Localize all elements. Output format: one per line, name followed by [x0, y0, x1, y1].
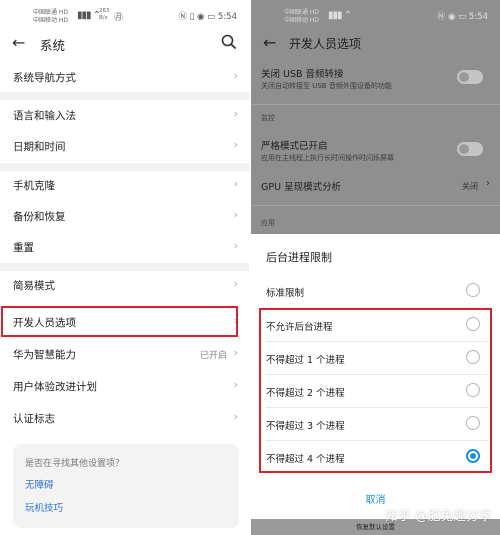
carrier-top: 中国联通 HD [284, 9, 320, 16]
usb-audio-setting[interactable]: 关闭 USB 音频转接 关闭自动转接至 USB 音频外围设备的功能 [251, 62, 500, 98]
chevron-right-icon: › [233, 69, 238, 82]
settings-item-label: 用户体验改进计划 [13, 381, 97, 393]
strict-mode-toggle[interactable] [457, 142, 483, 156]
section-header-apps: 应用 [261, 219, 275, 227]
vibrate-icon: ▯ [189, 12, 195, 22]
divider [251, 205, 500, 206]
gpu-profiling-setting[interactable]: GPU 呈现模式分析 关闭 › [251, 175, 500, 197]
developer-highlight-box [1, 306, 238, 337]
settings-item-simple-mode[interactable]: 简易模式 › [0, 272, 249, 298]
status-bar: 中国联通 HD 中国移动 HD ▮▮▮ ⌃ Ⓝ ◉ ▭ 5:54 [251, 7, 500, 27]
signal-icon: ▮▮▮ ⌃ [77, 10, 101, 21]
setting-title: GPU 呈现模式分析 [261, 182, 342, 193]
settings-item-label: 简易模式 [13, 280, 55, 292]
dialog-title: 后台进程限制 [266, 251, 332, 264]
settings-item-cert[interactable]: 认证标志 › [0, 405, 249, 431]
settings-item-reset[interactable]: 重置 › [0, 234, 249, 260]
clock: 5:54 [217, 12, 237, 22]
chevron-right-icon: › [233, 378, 238, 391]
search-icon[interactable] [221, 34, 237, 50]
clock: 5:54 [468, 12, 488, 22]
system-settings-screen: 中国联通 HD 中国移动 HD ▮▮▮ ⌃ 263 B/s ㊊ Ⓝ ▯ ◉ ▭ … [0, 0, 249, 535]
settings-item-value: 已开启 [199, 351, 227, 361]
section-divider [0, 163, 249, 171]
settings-item-label: 认证标志 [13, 413, 55, 425]
setting-subtitle: 关闭自动转接至 USB 音频外围设备的功能 [261, 82, 392, 90]
nfc-icon: Ⓝ [178, 12, 187, 22]
back-arrow-icon[interactable]: ← [12, 33, 25, 52]
tips-link[interactable]: 玩机技巧 [25, 500, 63, 514]
wifi-icon: ◉ [197, 12, 205, 22]
chevron-right-icon: › [486, 178, 490, 189]
settings-item-ux[interactable]: 用户体验改进计划 › [0, 373, 249, 399]
back-arrow-icon[interactable]: ← [263, 33, 276, 52]
suggestion-card: 是否在寻找其他设置项？ 无障碍 玩机技巧 [13, 444, 239, 528]
watermark: 知乎 @肥兔趣分享 [385, 508, 492, 523]
setting-value: 关闭 [462, 182, 478, 191]
carrier-bottom: 中国移动 HD [284, 17, 320, 24]
settings-item-label: 语言和输入法 [13, 110, 76, 122]
setting-title: 关闭 USB 音频转接 [261, 69, 344, 80]
option-label: 标准限制 [266, 288, 305, 299]
section-divider [0, 263, 249, 271]
section-header-monitor: 监控 [261, 114, 275, 122]
settings-item-language[interactable]: 语言和输入法 › [0, 102, 249, 128]
page-title: 开发人员选项 [289, 37, 362, 51]
settings-item-label: 重置 [13, 242, 34, 254]
suggestion-question: 是否在寻找其他设置项？ [25, 459, 125, 469]
radio-icon[interactable] [466, 283, 480, 297]
chevron-right-icon: › [233, 346, 238, 359]
usb-audio-toggle[interactable] [457, 70, 483, 84]
chevron-right-icon: › [233, 177, 238, 190]
carrier-bottom: 中国移动 HD [33, 17, 69, 24]
chevron-right-icon: › [233, 410, 238, 423]
app-bar: ← 系统 [0, 30, 249, 56]
misc-status-icon: ㊊ [114, 13, 124, 23]
settings-item-label: 日期和时间 [13, 141, 66, 153]
nfc-icon: Ⓝ [436, 12, 446, 22]
options-highlight-box [259, 308, 492, 473]
status-bar: 中国联通 HD 中国移动 HD ▮▮▮ ⌃ 263 B/s ㊊ Ⓝ ▯ ◉ ▭ … [0, 7, 249, 27]
settings-item-label: 系统导航方式 [13, 72, 76, 84]
carrier-top: 中国联通 HD [33, 9, 69, 16]
background-process-limit-dialog: 后台进程限制 标准限制 不允许后台进程 不得超过 1 个进程 不得超过 2 个进… [251, 234, 500, 519]
chevron-right-icon: › [233, 107, 238, 120]
settings-item-label: 华为智慧能力 [13, 349, 76, 361]
wifi-icon: ◉ [448, 12, 456, 22]
section-divider [0, 92, 249, 100]
option-standard[interactable]: 标准限制 [251, 274, 500, 307]
app-bar: ← 开发人员选项 [251, 30, 500, 56]
settings-item-label: 备份和恢复 [13, 211, 66, 223]
settings-item-nav[interactable]: 系统导航方式 › [0, 64, 249, 90]
chevron-right-icon: › [233, 208, 238, 221]
settings-item-datetime[interactable]: 日期和时间 › [0, 133, 249, 159]
developer-options-screen: 中国联通 HD 中国移动 HD ▮▮▮ ⌃ Ⓝ ◉ ▭ 5:54 ← 开发人员选… [251, 0, 500, 535]
divider [251, 104, 500, 105]
setting-title: 严格模式已开启 [261, 141, 328, 152]
settings-item-backup[interactable]: 备份和恢复 › [0, 203, 249, 229]
chevron-right-icon: › [233, 138, 238, 151]
page-title: 系统 [40, 38, 66, 53]
settings-item-smart[interactable]: 华为智慧能力 已开启 › [0, 341, 249, 367]
chevron-right-icon: › [233, 239, 238, 252]
battery-icon: ▭ [207, 12, 216, 22]
accessibility-link[interactable]: 无障碍 [25, 477, 54, 491]
strict-mode-setting[interactable]: 严格模式已开启 应用在主线程上执行长时间操作时闪烁屏幕 [251, 135, 500, 171]
signal-icon: ▮▮▮ ⌃ [328, 10, 352, 21]
settings-item-clone[interactable]: 手机克隆 › [0, 172, 249, 198]
battery-icon: ▭ [458, 12, 467, 22]
speed-value: 263 [99, 8, 110, 14]
setting-subtitle: 应用在主线程上执行长时间操作时闪烁屏幕 [261, 154, 394, 162]
cancel-button[interactable]: 取消 [251, 491, 500, 506]
settings-item-label: 手机克隆 [13, 180, 55, 192]
speed-unit: B/s [99, 15, 108, 21]
chevron-right-icon: › [233, 277, 238, 290]
